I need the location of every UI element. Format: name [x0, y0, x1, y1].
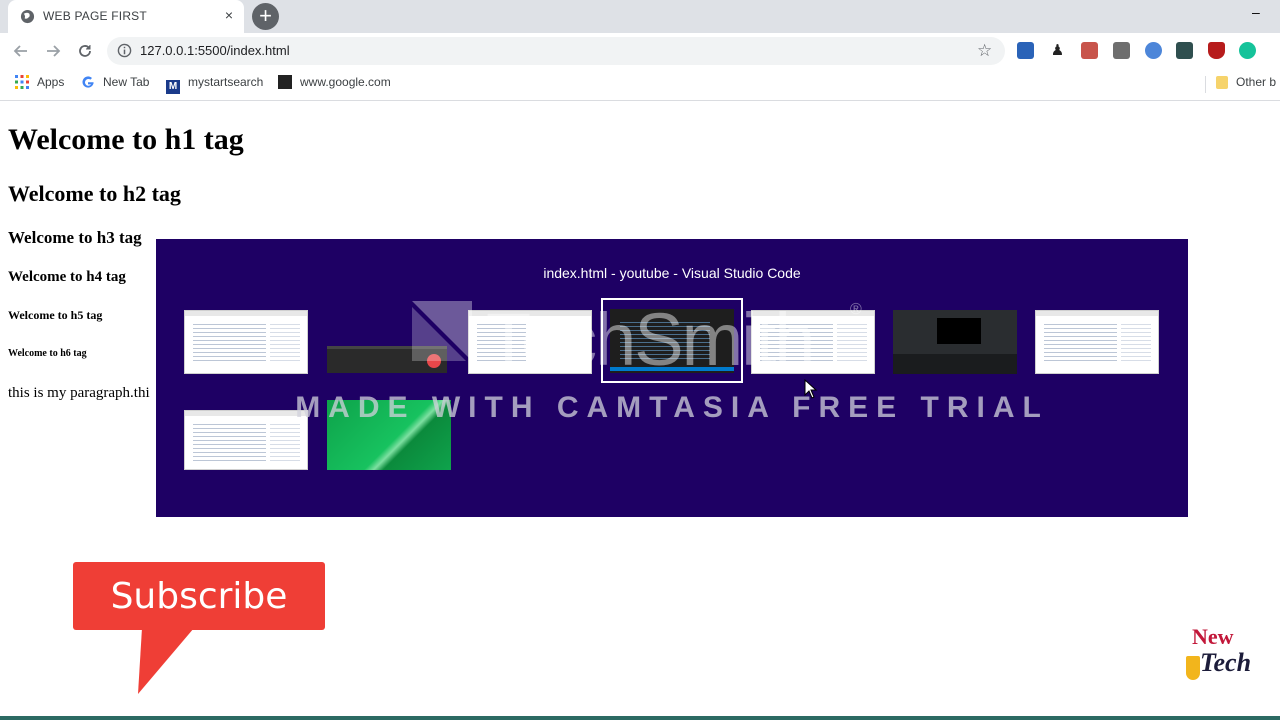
bookmark-label: www.google.com	[300, 75, 391, 89]
bookmark-mystartsearch[interactable]: Mmystartsearch	[166, 75, 264, 94]
new-tab-button[interactable]: +	[252, 3, 279, 30]
info-icon[interactable]	[117, 43, 132, 58]
tab-manager-extension-icon[interactable]	[1113, 42, 1130, 59]
pdf-extension-icon[interactable]	[1081, 42, 1098, 59]
screencast-extension-icon[interactable]	[1176, 42, 1193, 59]
window-thumbnail-files[interactable]	[1035, 310, 1159, 374]
heading-h2: Welcome to h2 tag	[8, 181, 181, 206]
bookmark-label: mystartsearch	[188, 75, 264, 89]
window-thumbnail-camtasia[interactable]	[893, 310, 1017, 374]
tab-strip: WEB PAGE FIRST × + –	[0, 0, 1280, 33]
globe-extension-icon[interactable]	[1145, 42, 1162, 59]
bookmark-google[interactable]: www.google.com	[278, 75, 391, 93]
heading-h5: Welcome to h5 tag	[8, 308, 103, 322]
bookmark-label: New Tab	[103, 75, 150, 89]
subscribe-label: Subscribe	[110, 576, 288, 617]
bookmark-label: Apps	[37, 75, 65, 89]
window-thumbnail-explorer[interactable]	[184, 310, 308, 374]
browser-tab[interactable]: WEB PAGE FIRST ×	[8, 0, 244, 33]
paragraph: this is my paragraph.thi	[8, 385, 150, 401]
address-bar[interactable]: 127.0.0.1:5500/index.html ☆	[107, 37, 1005, 65]
channel-logo-bottom: Tech	[1200, 648, 1252, 677]
bookmarks-divider	[1205, 76, 1206, 93]
watermark-text: MADE WITH CAMTASIA FREE TRIAL	[295, 391, 1049, 424]
reload-icon[interactable]	[73, 39, 97, 63]
techsmith-logo-icon	[412, 301, 472, 361]
bookmark-star-icon[interactable]: ☆	[977, 41, 992, 61]
grammarly-extension-icon[interactable]	[1239, 42, 1256, 59]
tab-close-icon[interactable]: ×	[221, 7, 237, 23]
heading-h1: Welcome to h1 tag	[8, 123, 244, 156]
apps-grid-icon	[15, 75, 29, 89]
google-g-icon	[82, 76, 94, 88]
bookmark-new-tab[interactable]: New Tab	[81, 75, 149, 93]
browser-toolbar: 127.0.0.1:5500/index.html ☆ ♟	[0, 33, 1280, 69]
window-minimize-button[interactable]: –	[1252, 4, 1260, 20]
mystartsearch-icon: M	[166, 80, 180, 94]
globe-icon	[20, 9, 35, 24]
spy-extension-icon[interactable]: ♟	[1049, 42, 1066, 59]
switcher-title: index.html - youtube - Visual Studio Cod…	[543, 265, 801, 281]
subscribe-bubble-tail	[138, 628, 194, 694]
subscribe-button[interactable]: Subscribe	[73, 562, 325, 630]
tab-title: WEB PAGE FIRST	[43, 9, 147, 23]
shield-extension-icon[interactable]	[1208, 42, 1225, 59]
mouse-cursor-icon	[804, 379, 818, 399]
bookmark-other[interactable]: Other b	[1216, 75, 1276, 93]
js-shield-icon	[1186, 656, 1200, 680]
taskbar-edge	[0, 716, 1280, 720]
watermark-logo: TechSmith	[486, 298, 815, 381]
clapperboard-extension-icon[interactable]	[1017, 42, 1034, 59]
url-text: 127.0.0.1:5500/index.html	[140, 43, 290, 58]
heading-h4: Welcome to h4 tag	[8, 269, 126, 285]
bookmark-label: Other b	[1236, 75, 1277, 89]
back-arrow-icon[interactable]	[9, 39, 33, 63]
heading-h3: Welcome to h3 tag	[8, 228, 142, 247]
folder-icon	[1216, 76, 1228, 89]
bookmarks-bar: Apps New Tab Mmystartsearch www.google.c…	[0, 69, 1280, 101]
task-switcher-overlay: index.html - youtube - Visual Studio Cod…	[156, 239, 1188, 517]
bookmark-apps[interactable]: Apps	[15, 75, 64, 93]
heading-h6: Welcome to h6 tag	[8, 348, 87, 359]
bookmark-page-icon	[278, 75, 292, 89]
watermark-registered: ®	[850, 301, 862, 318]
channel-logo-top: New	[1192, 624, 1234, 649]
forward-arrow-icon[interactable]	[41, 39, 65, 63]
